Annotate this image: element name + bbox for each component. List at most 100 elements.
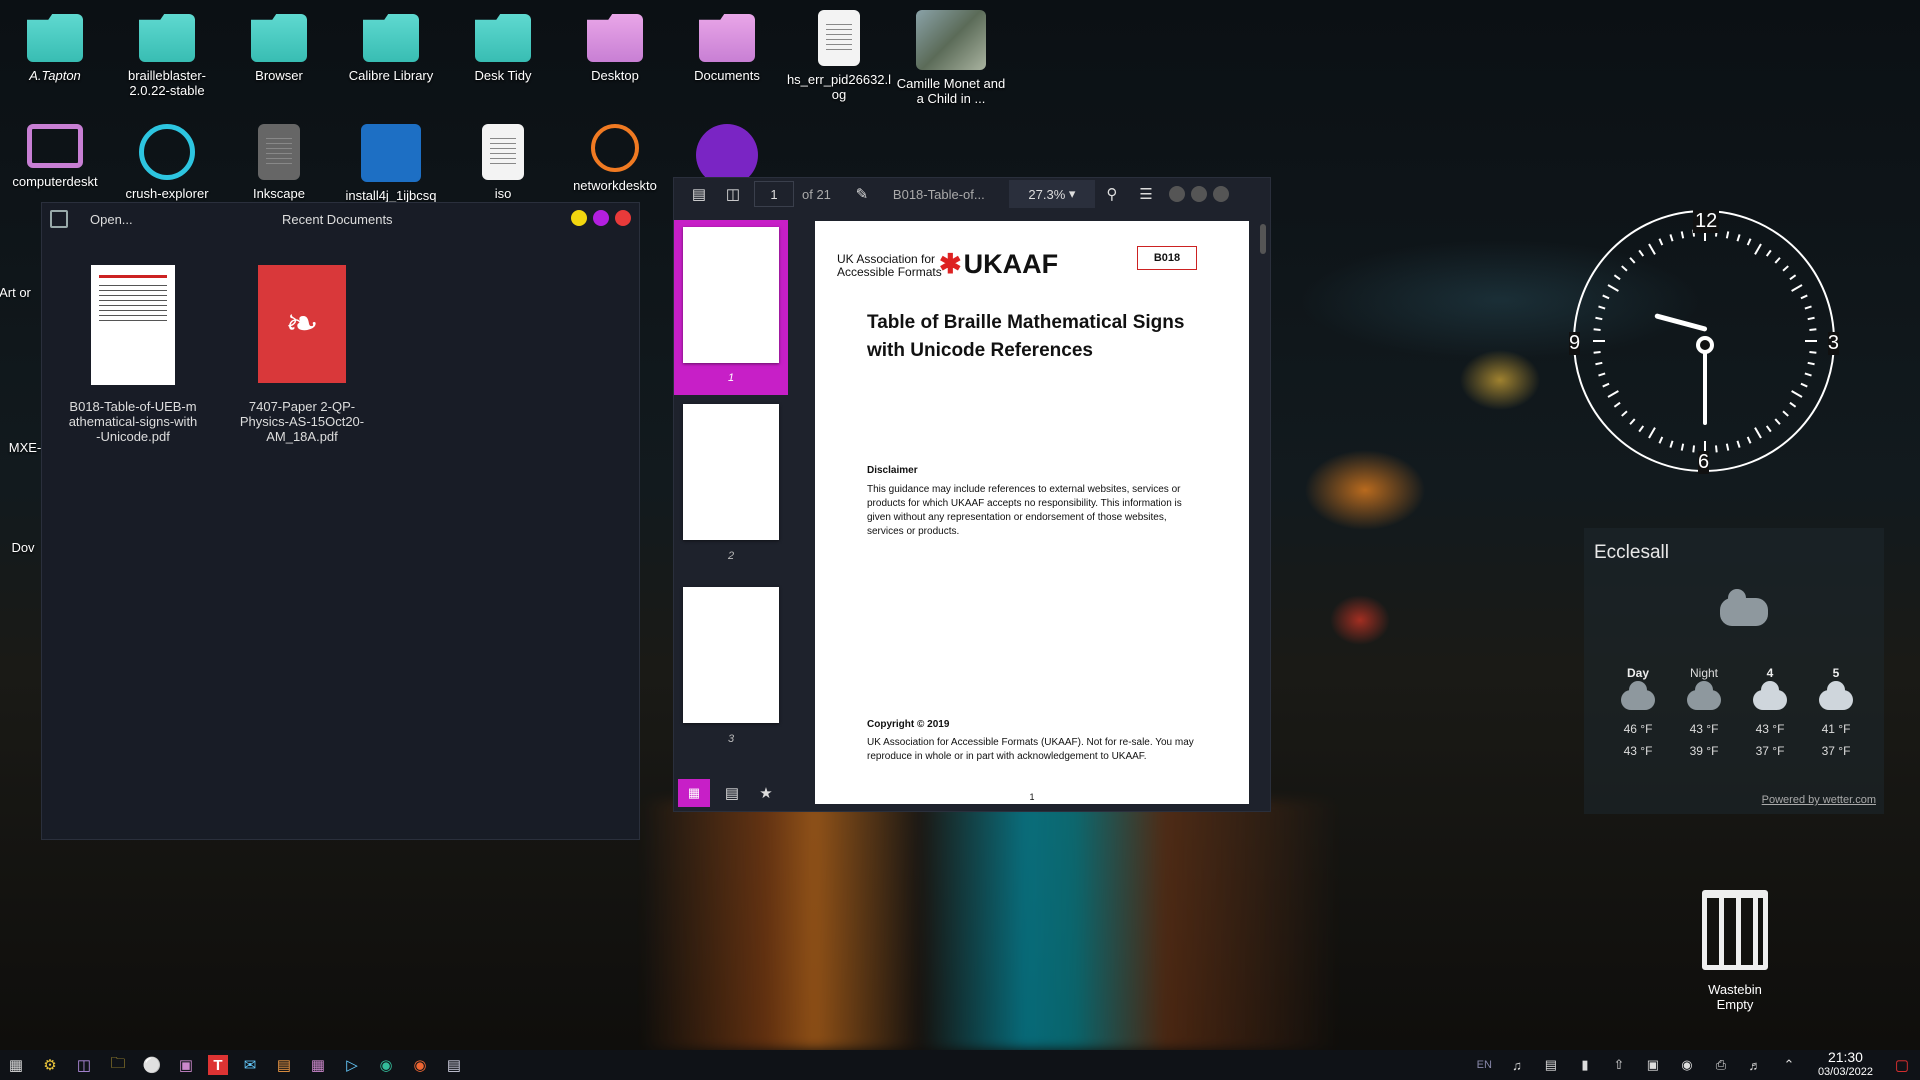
bookmarks-mode-icon[interactable]: ★ bbox=[754, 781, 778, 805]
search-icon[interactable]: ⚲ bbox=[1100, 182, 1124, 206]
thumbnail-page-2[interactable]: 2 bbox=[674, 404, 788, 574]
desktop-icon-atapton[interactable]: A.Tapton bbox=[0, 14, 110, 83]
folder-icon bbox=[27, 14, 83, 62]
edit-pencil-icon[interactable]: ✎ bbox=[850, 182, 874, 206]
minimize-button[interactable] bbox=[1168, 186, 1185, 202]
thumbnail-page-3[interactable]: 3 bbox=[674, 587, 788, 757]
org-name: UK Association for Accessible Formats bbox=[837, 252, 942, 279]
clipboard-icon[interactable]: ▤ bbox=[1539, 1053, 1563, 1077]
file-manager-icon[interactable]: 🗀 bbox=[106, 1053, 130, 1077]
recent-window-titlebar: Open... Recent Documents bbox=[42, 203, 639, 235]
maximize-button[interactable] bbox=[1190, 186, 1207, 202]
desktop-icon-desktop[interactable]: Desktop bbox=[560, 14, 670, 83]
gallery-icon[interactable]: ▣ bbox=[174, 1053, 198, 1077]
settings-gear-icon[interactable]: ⚙ bbox=[38, 1053, 62, 1077]
document-title-heading: Table of Braille Mathematical Signs with… bbox=[867, 312, 1185, 361]
pdf-viewer-window: ▤ ◫ 1 of 21 ✎ B018-Table-of... 27.3% ▾ ⚲… bbox=[673, 177, 1271, 812]
wastebin[interactable]: Wastebin Empty bbox=[1680, 890, 1790, 1012]
clock-tick bbox=[1746, 436, 1752, 444]
page-total: of 21 bbox=[802, 186, 831, 202]
clock-tick bbox=[1809, 328, 1817, 332]
desktop-icon-camille-monet[interactable]: Camille Monet and a Child in ... bbox=[896, 10, 1006, 106]
menu-icon[interactable]: ☰ bbox=[1134, 182, 1158, 206]
firefox-icon[interactable]: ◉ bbox=[408, 1053, 432, 1077]
browser-globe-icon[interactable]: ⚪ bbox=[140, 1053, 164, 1077]
clock-tick bbox=[1809, 350, 1817, 354]
clock-tick bbox=[1613, 401, 1621, 408]
close-button[interactable] bbox=[1212, 186, 1229, 202]
text-editor-icon[interactable]: T bbox=[208, 1055, 228, 1075]
thumbnails-mode-icon[interactable]: ▦ bbox=[678, 779, 710, 807]
recent-documents-window: Open... Recent Documents B018-Table-of-U… bbox=[41, 202, 640, 840]
clock-tick bbox=[1658, 238, 1664, 246]
thumbnail-sidebar: 1 2 3 bbox=[674, 220, 788, 778]
network-tray-icon[interactable]: ◉ bbox=[1675, 1053, 1699, 1077]
desktop-icon-hs-err-log[interactable]: hs_err_pid26632.log bbox=[784, 10, 894, 102]
app-grid-icon[interactable]: ▦ bbox=[4, 1053, 28, 1077]
close-button[interactable] bbox=[615, 209, 631, 226]
clock-center bbox=[1696, 336, 1714, 354]
display-icon[interactable]: ▣ bbox=[1641, 1053, 1665, 1077]
outline-mode-icon[interactable]: ▤ bbox=[720, 781, 744, 805]
desktop-icon-desk-tidy[interactable]: Desk Tidy bbox=[448, 14, 558, 83]
clock-tick bbox=[1607, 390, 1619, 398]
desktop-icon-networkdesktop[interactable]: networkdeskto bbox=[560, 124, 670, 193]
pdf-app-icon bbox=[361, 124, 421, 182]
maximize-button[interactable] bbox=[593, 209, 609, 226]
page-number-input[interactable]: 1 bbox=[754, 181, 794, 207]
printer-icon[interactable]: ⎙ bbox=[1709, 1053, 1733, 1077]
layout-icon[interactable]: ▦ bbox=[306, 1053, 330, 1077]
terminal-icon[interactable]: ▷ bbox=[340, 1053, 364, 1077]
desktop-icon-calibre[interactable]: Calibre Library bbox=[336, 14, 446, 83]
desktop-icon-iso[interactable]: iso bbox=[448, 124, 558, 201]
clock-tick bbox=[1782, 265, 1789, 272]
clock-tick bbox=[1595, 316, 1603, 321]
tray-expand-icon[interactable]: ⌃ bbox=[1777, 1053, 1801, 1077]
desktop-icon-documents[interactable]: Documents bbox=[672, 14, 782, 83]
taskbar-clock[interactable]: 21:30 03/03/2022 bbox=[1818, 1050, 1873, 1079]
clock-tick bbox=[1804, 372, 1812, 377]
sidebar-toggle-icon[interactable]: ◫ bbox=[721, 182, 745, 206]
keyboard-language[interactable]: EN bbox=[1477, 1059, 1492, 1071]
text-file-icon bbox=[818, 10, 860, 66]
package-icon[interactable]: ◫ bbox=[72, 1053, 96, 1077]
clock-tick bbox=[1754, 243, 1762, 255]
weather-powered-link[interactable]: Powered by wetter.com bbox=[1762, 794, 1876, 806]
clock-tick bbox=[1789, 401, 1797, 408]
cloud-icon bbox=[1720, 589, 1768, 626]
clock-tick bbox=[1791, 390, 1803, 398]
thumbnail-page-1[interactable]: 1 bbox=[674, 220, 788, 395]
desktop-icon-brailleblaster[interactable]: brailleblaster-2.0.22-stable bbox=[112, 14, 222, 98]
mail-icon[interactable]: ✉ bbox=[238, 1053, 262, 1077]
zoom-select[interactable]: 27.3% ▾ bbox=[1008, 180, 1095, 208]
recent-file-b018[interactable]: B018-Table-of-UEB-mathematical-signs-wit… bbox=[68, 265, 198, 444]
monitor-app-icon[interactable]: ▤ bbox=[272, 1053, 296, 1077]
cloud-icon bbox=[1687, 681, 1721, 710]
open-button[interactable]: Open... bbox=[90, 212, 133, 227]
minimize-button[interactable] bbox=[571, 209, 587, 226]
desktop-icon-browser[interactable]: Browser bbox=[224, 14, 334, 83]
page-scrollbar[interactable] bbox=[1260, 224, 1266, 254]
desktop-icon-inkscape[interactable]: Inkscape bbox=[224, 124, 334, 201]
desktop-icon-computerdesk[interactable]: computerdeskt bbox=[0, 124, 110, 189]
clock-tick bbox=[1800, 294, 1808, 300]
desktop-icon-crush-explorer[interactable]: crush-explorer bbox=[112, 124, 222, 201]
folder-icon bbox=[363, 14, 419, 62]
pdf-toolbar: ▤ ◫ 1 of 21 ✎ B018-Table-of... 27.3% ▾ ⚲… bbox=[674, 178, 1270, 210]
snow-cloud-icon bbox=[1753, 681, 1787, 710]
battery-icon[interactable]: ▮ bbox=[1573, 1053, 1597, 1077]
recent-file-7407[interactable]: ❧ 7407-Paper 2-QP-Physics-AS-15Oct20-AM_… bbox=[232, 265, 372, 444]
folder-icon bbox=[139, 14, 195, 62]
clock-tick bbox=[1658, 436, 1664, 444]
desktop-icon-install4j[interactable]: install4j_1ijbcsq bbox=[336, 124, 446, 203]
updates-icon[interactable]: ⇧ bbox=[1607, 1053, 1631, 1077]
copyright-heading: Copyright © 2019 bbox=[867, 719, 950, 730]
show-desktop-icon[interactable]: ▢ bbox=[1890, 1053, 1914, 1077]
audio-icon[interactable]: ♫ bbox=[1505, 1053, 1529, 1077]
store-icon[interactable]: ◉ bbox=[374, 1053, 398, 1077]
clock-number-3: 3 bbox=[1827, 332, 1839, 355]
document-title: B018-Table-of... bbox=[892, 186, 985, 202]
volume-icon[interactable]: ♬ bbox=[1743, 1053, 1767, 1077]
document-viewer-icon[interactable]: ▤ bbox=[442, 1053, 466, 1077]
clock-tick bbox=[1629, 257, 1636, 264]
